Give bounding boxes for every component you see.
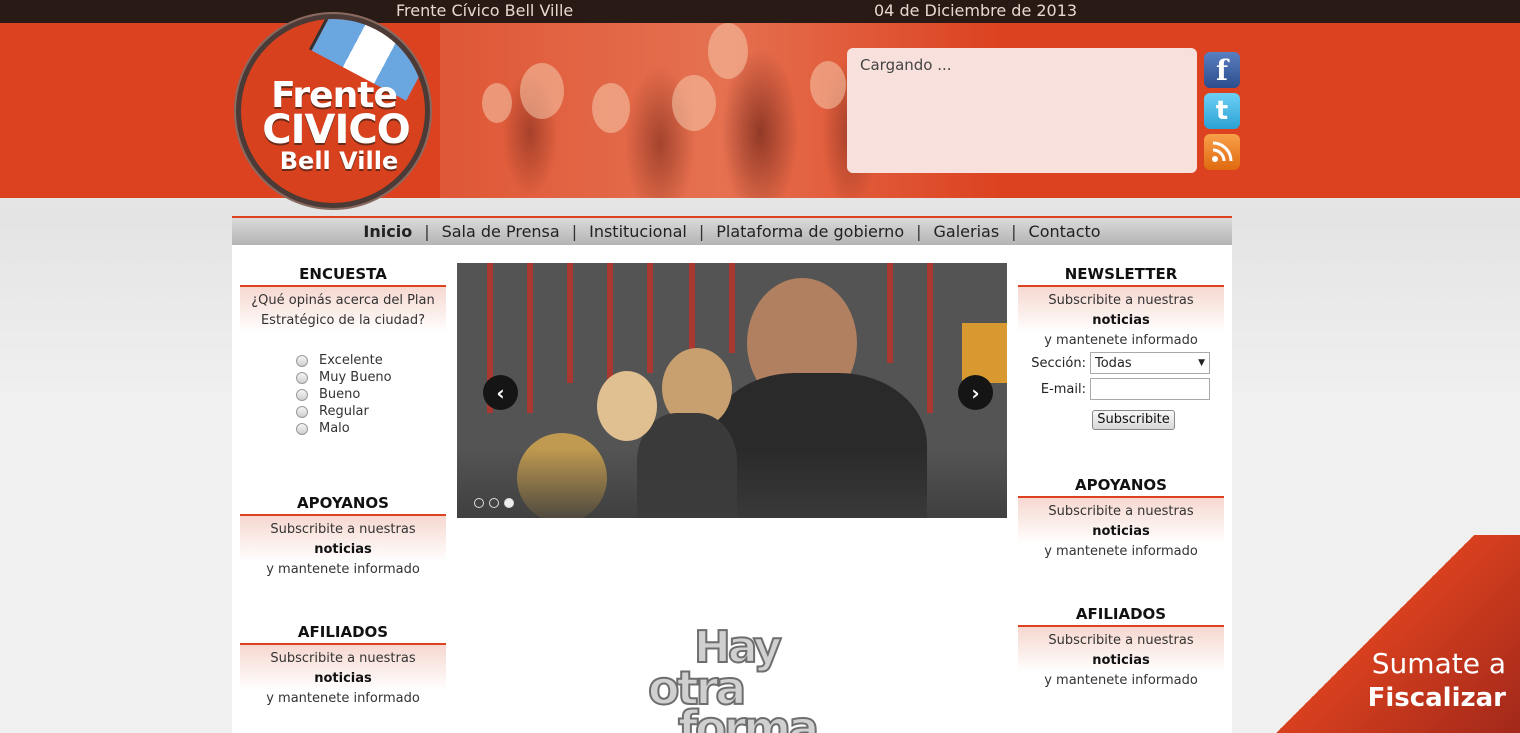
section-select[interactable]: Todas ▼	[1090, 352, 1210, 374]
fiscalizar-text: Fiscalizar	[1367, 683, 1506, 713]
nav-item-inicio[interactable]: Inicio	[361, 222, 414, 241]
poll-option[interactable]: Regular	[296, 403, 392, 420]
loading-text: Cargando ...	[860, 56, 952, 74]
poll-option[interactable]: Bueno	[296, 386, 392, 403]
email-field[interactable]	[1090, 378, 1210, 400]
apoyanos-text: Subscribite a nuestras noticias y manten…	[1018, 498, 1224, 562]
radio-button[interactable]	[296, 388, 308, 401]
afiliados-title: AFILIADOS	[1018, 605, 1224, 627]
main-nav: Inicio | Sala de Prensa | Institucional …	[232, 218, 1232, 245]
rss-icon[interactable]	[1204, 134, 1240, 170]
apoyanos-title: APOYANOS	[240, 494, 446, 516]
slider-dots	[474, 498, 514, 508]
header-banner	[0, 23, 1520, 198]
apoyanos-widget-left: APOYANOS Subscribite a nuestras noticias…	[240, 494, 446, 580]
afiliados-title: AFILIADOS	[240, 623, 446, 645]
nav-item-institucional[interactable]: Institucional	[587, 222, 689, 241]
sumate-fiscalizar-banner[interactable]: Sumate a Fiscalizar	[1230, 535, 1520, 733]
afiliados-text: Subscribite a nuestras noticias y manten…	[1018, 627, 1224, 691]
afiliados-widget-left: AFILIADOS Subscribite a nuestras noticia…	[240, 623, 446, 709]
twitter-icon[interactable]: t	[1204, 93, 1240, 129]
poll-option[interactable]: Muy Bueno	[296, 369, 392, 386]
current-date: 04 de Diciembre de 2013	[874, 1, 1078, 20]
logo-text-line3: Bell Ville	[279, 147, 399, 175]
poll-option[interactable]: Excelente	[296, 352, 392, 369]
newsletter-title: NEWSLETTER	[1018, 265, 1224, 287]
image-slider[interactable]: ‹ ›	[457, 263, 1007, 518]
newsletter-text: Subscribite a nuestras noticias y manten…	[1018, 287, 1224, 351]
slider-dot-2[interactable]	[489, 498, 499, 508]
poll-widget: ENCUESTA ¿Qué opinás acerca del Plan Est…	[240, 265, 446, 359]
apoyanos-widget-right: APOYANOS Subscribite a nuestras noticias…	[1018, 476, 1224, 562]
nav-item-contacto[interactable]: Contacto	[1027, 222, 1103, 241]
apoyanos-text: Subscribite a nuestras noticias y manten…	[240, 516, 446, 580]
afiliados-widget-right: AFILIADOS Subscribite a nuestras noticia…	[1018, 605, 1224, 691]
slider-next-button[interactable]: ›	[958, 375, 993, 410]
chevron-right-icon: ›	[971, 380, 980, 405]
slider-dot-3[interactable]	[504, 498, 514, 508]
afiliados-text: Subscribite a nuestras noticias y manten…	[240, 645, 446, 709]
subscribe-button[interactable]: Subscribite	[1092, 410, 1175, 430]
newsletter-widget: NEWSLETTER Subscribite a nuestras notici…	[1018, 265, 1224, 351]
radio-button[interactable]	[296, 371, 308, 384]
poll-title: ENCUESTA	[240, 265, 446, 287]
slider-dot-1[interactable]	[474, 498, 484, 508]
radio-button[interactable]	[296, 354, 308, 367]
nav-item-galerias[interactable]: Galerias	[932, 222, 1002, 241]
top-bar: Frente Cívico Bell Ville 04 de Diciembre…	[0, 0, 1520, 23]
slider-prev-button[interactable]: ‹	[483, 375, 518, 410]
poll-options: Excelente Muy Bueno Bueno Regular Malo	[296, 352, 392, 437]
twitter-feed-box: Cargando ...	[847, 48, 1197, 173]
poll-question: ¿Qué opinás acerca del Plan Estratégico …	[240, 287, 446, 359]
hay-otra-forma-banner: Hay otra forma	[647, 622, 820, 733]
sumate-text: Sumate a	[1371, 647, 1506, 680]
chevron-left-icon: ‹	[496, 380, 505, 405]
email-label: E-mail:	[1040, 381, 1086, 397]
radio-button[interactable]	[296, 422, 308, 435]
site-logo[interactable]: Frente CIVICO Bell Ville	[236, 14, 430, 208]
nav-item-sala-de-prensa[interactable]: Sala de Prensa	[440, 222, 562, 241]
facebook-icon[interactable]: f	[1204, 52, 1240, 88]
radio-button[interactable]	[296, 405, 308, 418]
section-label: Sección:	[1031, 355, 1086, 371]
apoyanos-title: APOYANOS	[1018, 476, 1224, 498]
nav-item-plataforma[interactable]: Plataforma de gobierno	[714, 222, 906, 241]
poll-option[interactable]: Malo	[296, 420, 392, 437]
site-name: Frente Cívico Bell Ville	[396, 1, 574, 20]
chevron-down-icon: ▼	[1198, 358, 1205, 368]
newsletter-form: Sección: Todas ▼ E-mail: Subscribite	[1018, 350, 1224, 430]
